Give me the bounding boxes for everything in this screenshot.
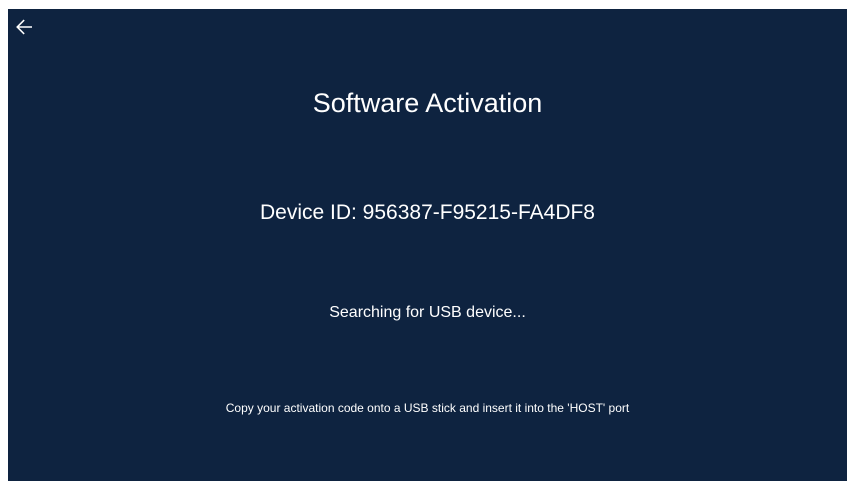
- back-button[interactable]: [12, 15, 36, 39]
- status-message: Searching for USB device...: [329, 304, 526, 321]
- device-id-text: Device ID: 956387-F95215-FA4DF8: [259, 201, 595, 224]
- activation-screen: Software Activation Device ID: 956387-F9…: [8, 9, 847, 481]
- page-title: Software Activation: [312, 88, 543, 118]
- instruction-text: Copy your activation code onto a USB sti…: [225, 401, 630, 415]
- arrow-left-icon: [16, 19, 32, 35]
